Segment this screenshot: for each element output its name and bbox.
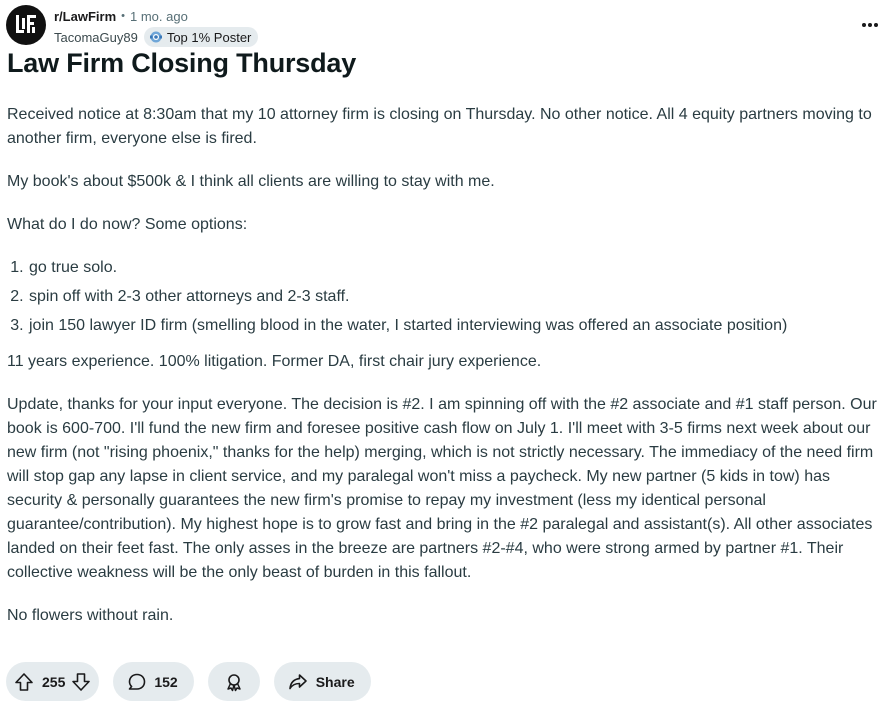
body-paragraph: My book's about $500k & I think all clie…	[7, 173, 495, 190]
more-options-button[interactable]	[860, 17, 880, 33]
share-arrow-icon	[288, 673, 307, 689]
author-flair: Top 1% Poster	[143, 27, 259, 47]
body-paragraph: No flowers without rain.	[7, 607, 174, 624]
subreddit-avatar[interactable]	[6, 5, 46, 45]
law-firm-logo-icon	[16, 15, 36, 33]
body-paragraph: Received notice at 8:30am that my 10 att…	[7, 106, 872, 147]
post-actions-bar: 255 152 Share	[6, 662, 385, 701]
comment-bubble-icon	[129, 673, 146, 690]
post-timestamp: 1 mo. ago	[129, 8, 188, 24]
author-link[interactable]: TacomaGuy89	[54, 31, 138, 44]
body-paragraph: Update, thanks for your input everyone. …	[7, 396, 877, 581]
options-list: go true solo. spin off with 2-3 other at…	[7, 256, 885, 338]
meta-separator: •	[121, 9, 125, 22]
downvote-button[interactable]	[71, 672, 91, 692]
comment-count: 152	[154, 673, 178, 690]
flair-label: Top 1% Poster	[166, 29, 252, 45]
upvote-arrow-icon	[15, 672, 33, 691]
vote-count: 255	[42, 673, 66, 690]
award-icon	[226, 673, 241, 691]
post-title: Law Firm Closing Thursday	[7, 48, 357, 78]
more-options-icon	[862, 23, 878, 27]
upvote-button[interactable]	[14, 672, 34, 692]
list-item: go true solo.	[28, 256, 885, 280]
achievement-badge-icon	[149, 31, 162, 43]
post-meta: r/LawFirm • 1 mo. ago TacomaGuy89 Top 1%…	[54, 8, 259, 47]
post-body: Received notice at 8:30am that my 10 att…	[7, 103, 885, 647]
body-paragraph: What do I do now? Some options:	[7, 216, 248, 233]
comments-button[interactable]: 152	[113, 662, 194, 701]
downvote-arrow-icon	[72, 672, 91, 691]
share-label: Share	[315, 673, 355, 690]
subreddit-link[interactable]: r/LawFirm	[54, 10, 116, 23]
post-header: r/LawFirm • 1 mo. ago TacomaGuy89 Top 1%…	[6, 5, 882, 47]
share-button[interactable]: Share	[273, 662, 371, 701]
body-paragraph: 11 years experience. 100% litigation. Fo…	[7, 353, 542, 370]
award-button[interactable]	[207, 662, 260, 701]
vote-control: 255	[6, 662, 100, 701]
list-item: spin off with 2-3 other attorneys and 2-…	[28, 285, 885, 309]
list-item: join 150 lawyer ID firm (smelling blood …	[28, 314, 885, 338]
